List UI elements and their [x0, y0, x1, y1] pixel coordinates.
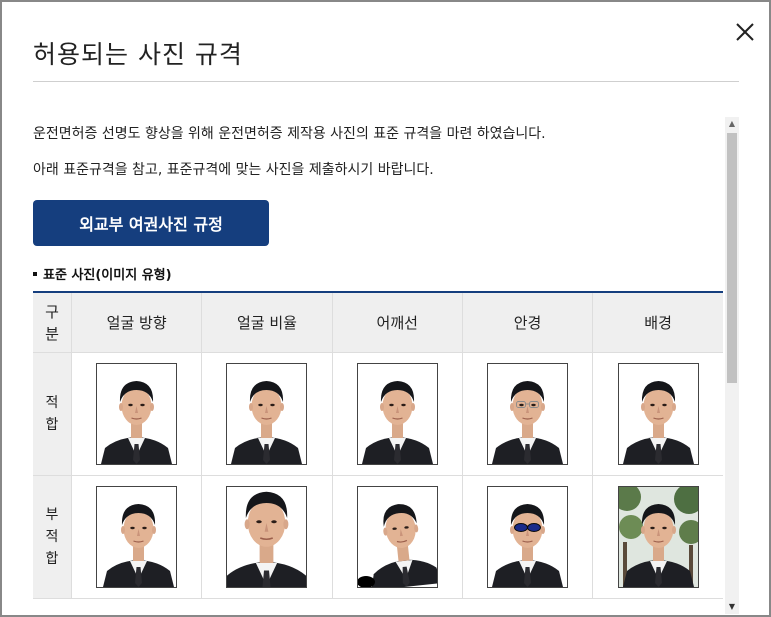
sample-photo: [487, 363, 569, 465]
vertical-scrollbar[interactable]: ▲ ▼: [725, 117, 739, 614]
scrollbar-thumb[interactable]: [727, 133, 737, 383]
bullet-icon: [33, 271, 37, 276]
scroll-up-icon[interactable]: ▲: [725, 117, 739, 131]
close-icon[interactable]: [735, 22, 755, 42]
sample-photo: [617, 363, 699, 465]
column-header: 안경: [461, 292, 593, 353]
scroll-down-icon[interactable]: ▼: [725, 600, 739, 614]
sample-photo: [487, 486, 569, 588]
column-header: 어깨선: [331, 292, 463, 353]
sample-photo: [617, 486, 699, 588]
instruction-text: 아래 표준규격을 참고, 표준규격에 맞는 사진을 제출하시기 바랍니다.: [33, 162, 434, 178]
sample-photo: [96, 486, 178, 588]
intro-text: 운전면허증 선명도 향상을 위해 운전면허증 제작용 사진의 표준 규격을 마련…: [33, 126, 546, 142]
row-label: 적 합: [33, 352, 72, 476]
column-header: 얼굴 방향: [70, 292, 202, 353]
photo-spec-dialog: 허용되는 사진 규격 운전면허증 선명도 향상을 위해 운전면허증 제작용 사진…: [2, 2, 769, 615]
dialog-body: 운전면허증 선명도 향상을 위해 운전면허증 제작용 사진의 표준 규격을 마련…: [33, 114, 723, 614]
category-header: 구 분: [33, 292, 72, 353]
section-heading: 표준 사진(이미지 유형): [33, 264, 172, 283]
sample-photo: [356, 486, 438, 588]
sample-photo: [96, 363, 178, 465]
section-title: 표준 사진(이미지 유형): [43, 268, 172, 283]
table-row-suitable: 적 합: [33, 352, 723, 476]
row-label: 부 적 합: [33, 475, 72, 599]
photo-spec-table: 구 분 얼굴 방향 얼굴 비율 어깨선 안경 배경 적 합 부 적 합: [33, 291, 723, 599]
column-header: 배경: [592, 292, 723, 353]
table-row-unsuitable: 부 적 합: [33, 475, 723, 599]
sample-photo: [226, 363, 308, 465]
column-header: 얼굴 비율: [201, 292, 333, 353]
dialog-title: 허용되는 사진 규격: [33, 40, 243, 69]
title-divider: [33, 81, 739, 82]
passport-photo-rules-button[interactable]: 외교부 여권사진 규정: [33, 200, 269, 246]
sample-photo: [226, 486, 308, 588]
sample-photo: [356, 363, 438, 465]
table-header-row: 구 분 얼굴 방향 얼굴 비율 어깨선 안경 배경: [33, 292, 723, 353]
